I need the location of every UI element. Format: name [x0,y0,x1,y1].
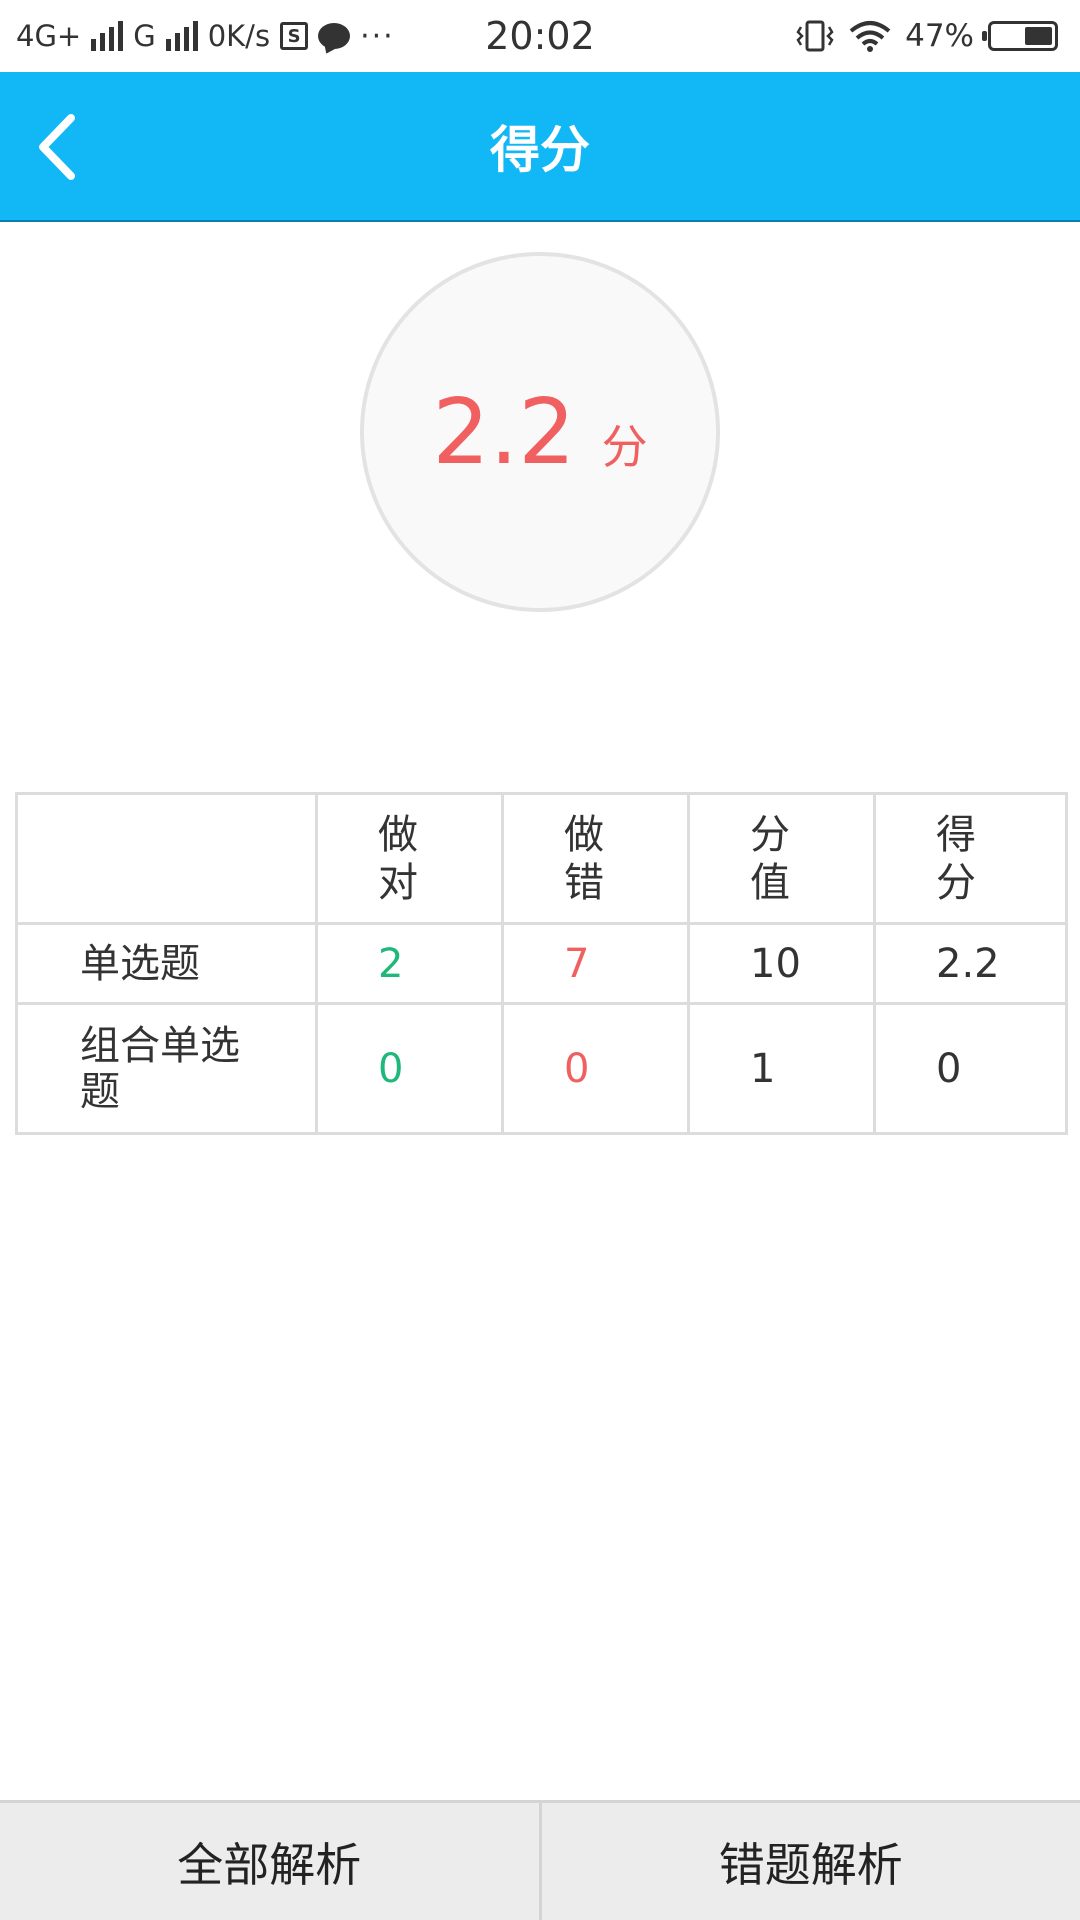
correct-count: 0 [315,1002,504,1135]
table-header-row: 做对 做错 分值 得分 [15,792,1068,925]
status-right: 47% [795,0,1058,72]
s-app-icon: S [280,22,309,50]
points-value: 10 [687,922,876,1005]
more-notifications-icon: ··· [360,18,395,54]
row-label: 组合单选题 [15,1002,318,1135]
all-analysis-button[interactable]: 全部解析 [0,1803,539,1920]
wifi-icon [849,21,891,52]
wrong-analysis-button[interactable]: 错题解析 [542,1803,1080,1920]
app-header: 得分 [0,72,1080,222]
score-table: 做对 做错 分值 得分 单选题 2 7 10 2.2 组合单选题 0 0 1 0 [15,792,1068,1135]
table-header-blank [15,792,318,925]
score-value: 2.2 [432,379,576,485]
chevron-left-icon [39,114,75,180]
status-bar: 4G+ G 0K/s S ··· 20:02 47% [0,0,1080,72]
table-header-score: 得分 [873,792,1068,925]
wrong-count: 7 [501,922,690,1005]
network-type-2: G [133,19,156,53]
table-row: 单选题 2 7 10 2.2 [15,922,1068,1005]
table-header-wrong: 做错 [501,792,690,925]
score-circle: 2.2 分 [360,252,720,612]
score-cell: 2.2 [873,922,1068,1005]
back-button[interactable] [16,107,96,187]
status-left: 4G+ G 0K/s S ··· [16,0,395,72]
table-header-points: 分值 [687,792,876,925]
battery-icon [982,21,1058,51]
bottom-action-bar: 全部解析 错题解析 [0,1800,1080,1920]
score-cell: 0 [873,1002,1068,1135]
correct-count: 2 [315,922,504,1005]
chat-notification-icon [318,23,351,49]
page-title: 得分 [490,121,590,179]
row-label: 单选题 [15,922,318,1005]
network-speed: 0K/s [207,19,271,53]
signal-icon [91,21,124,51]
table-row: 组合单选题 0 0 1 0 [15,1002,1068,1135]
wrong-count: 0 [501,1002,690,1135]
network-type-1: 4G+ [16,19,82,53]
signal-icon-2 [165,21,198,51]
vibrate-icon [796,20,834,52]
score-unit: 分 [601,419,648,474]
battery-percent: 47% [905,18,974,54]
table-header-correct: 做对 [315,792,504,925]
points-value: 1 [687,1002,876,1135]
score-display: 2.2 分 [432,380,647,485]
